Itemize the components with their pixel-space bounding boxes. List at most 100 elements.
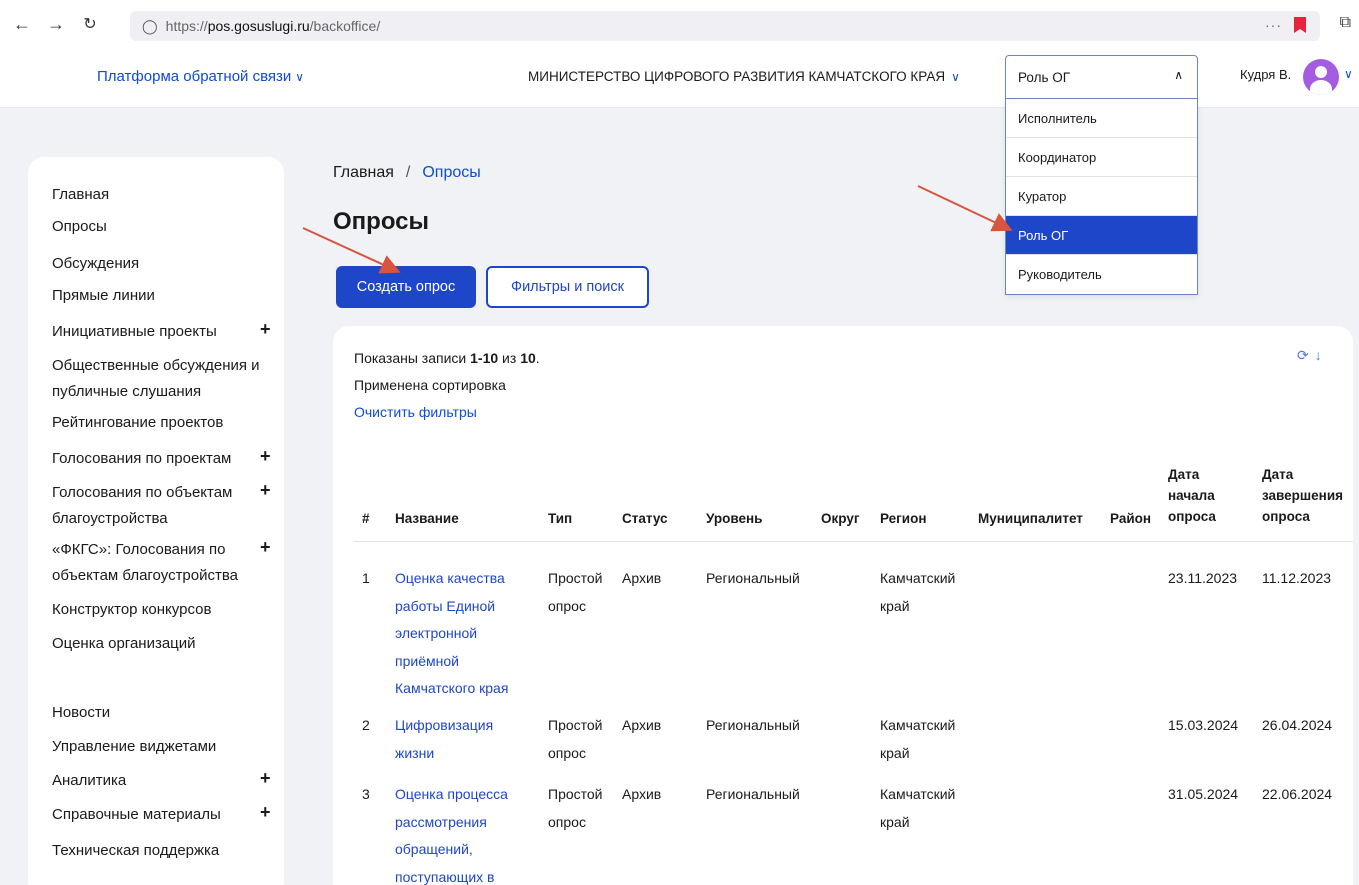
sidebar-item-org-rating[interactable]: Оценка организаций (52, 631, 262, 657)
breadcrumb-home[interactable]: Главная (333, 164, 394, 182)
expand-icon[interactable]: + (260, 768, 271, 789)
col-start-date[interactable]: Дата начала опроса (1168, 464, 1238, 527)
col-type[interactable]: Тип (548, 508, 572, 529)
table-header-divider (354, 541, 1353, 542)
back-icon[interactable]: ← (12, 14, 32, 34)
sidebar-item-public-discussions[interactable]: Общественные обсуждения и публичные слуш… (52, 353, 262, 405)
col-area[interactable]: Район (1110, 508, 1151, 529)
chevron-up-icon: ∧ (1174, 68, 1183, 82)
sidebar-item-fkgs-voting[interactable]: «ФКГС»: Голосования по объектам благоуст… (52, 537, 262, 589)
row2-type: Простой опрос (548, 717, 603, 761)
sidebar-item-reference[interactable]: Справочные материалы (52, 802, 262, 828)
summary-mid: из (498, 350, 521, 366)
row1-name-link[interactable]: Оценка качества работы Единой электронно… (395, 565, 530, 703)
breadcrumb-separator: / (405, 164, 411, 181)
col-district[interactable]: Округ (821, 508, 859, 529)
url-path: /backoffice/ (309, 18, 381, 34)
sidebar-item-initiative-projects[interactable]: Инициативные проекты (52, 319, 262, 345)
ministry-label: МИНИСТЕРСТВО ЦИФРОВОГО РАЗВИТИЯ КАМЧАТСК… (528, 69, 946, 84)
role-option-executor[interactable]: Исполнитель (1006, 99, 1197, 138)
expand-icon[interactable]: + (260, 537, 271, 558)
sidebar-item-landscaping-voting[interactable]: Голосования по объектам благоустройства (52, 480, 262, 532)
row2-level: Региональный (706, 717, 800, 733)
breadcrumb-current[interactable]: Опросы (422, 164, 480, 182)
sidebar-item-analytics[interactable]: Аналитика (52, 768, 262, 794)
summary-range: 1-10 (470, 350, 499, 366)
create-survey-button[interactable]: Создать опрос (336, 266, 476, 308)
filters-button[interactable]: Фильтры и поиск (486, 266, 649, 308)
col-status[interactable]: Статус (622, 508, 668, 529)
sidebar-item-home[interactable]: Главная (52, 182, 262, 208)
clear-filters-link[interactable]: Очистить фильтры (354, 404, 477, 420)
breadcrumb: Главная / Опросы (333, 164, 481, 182)
refresh-icon[interactable]: ⟳ (1297, 347, 1309, 364)
expand-icon[interactable]: + (260, 319, 271, 340)
bookmark-icon[interactable] (1294, 17, 1306, 33)
row3-end: 22.06.2024 (1262, 786, 1333, 802)
sidebar: Главная Опросы Обсуждения Прямые линии И… (28, 157, 284, 885)
role-selected-value: Роль ОГ (1018, 69, 1071, 85)
row3-number: 3 (362, 786, 370, 802)
sidebar-item-direct-lines[interactable]: Прямые линии (52, 283, 262, 309)
row1-end: 11.12.2023 (1262, 570, 1332, 586)
summary-total: 10 (520, 350, 536, 366)
sidebar-item-support[interactable]: Техническая поддержка (52, 838, 262, 864)
page-title: Опросы (333, 208, 430, 235)
chevron-down-icon: ∨ (295, 69, 305, 84)
platform-label: Платформа обратной связи (97, 68, 292, 85)
row3-name-link[interactable]: Оценка процесса рассмотрения обращений, … (395, 781, 530, 885)
col-municipality[interactable]: Муниципалитет (978, 508, 1083, 529)
col-end-date[interactable]: Дата завершения опроса (1262, 464, 1352, 527)
sidebar-item-project-voting[interactable]: Голосования по проектам (52, 446, 262, 472)
row3-level: Региональный (706, 786, 800, 802)
user-name[interactable]: Кудря В. (1240, 67, 1291, 82)
reload-icon[interactable]: ↻ (80, 14, 100, 34)
sidebar-item-surveys[interactable]: Опросы (52, 214, 262, 240)
browser-toolbar: ← → ↻ ◯ https://pos.gosuslugi.ru/backoff… (0, 0, 1359, 52)
ministry-menu[interactable]: МИНИСТЕРСТВО ЦИФРОВОГО РАЗВИТИЯ КАМЧАТСК… (528, 69, 960, 84)
address-bar[interactable]: ◯ https://pos.gosuslugi.ru/backoffice/ ·… (130, 11, 1320, 41)
role-select[interactable]: Роль ОГ ∧ (1005, 55, 1198, 99)
role-option-og[interactable]: Роль ОГ (1006, 216, 1197, 255)
row3-status: Архив (622, 786, 662, 802)
platform-menu[interactable]: Платформа обратной связи ∨ (97, 68, 304, 85)
avatar[interactable] (1303, 59, 1339, 95)
sidebar-item-project-rating[interactable]: Рейтингование проектов (52, 410, 262, 436)
sidebar-item-widgets[interactable]: Управление виджетами (52, 734, 262, 760)
expand-icon[interactable]: + (260, 480, 271, 501)
sidebar-item-discussions[interactable]: Обсуждения (52, 251, 262, 277)
chevron-down-icon: ∨ (951, 69, 960, 84)
url-prefix: https:// (165, 18, 208, 34)
col-level[interactable]: Уровень (706, 508, 762, 529)
arrow-to-role-og (917, 185, 1013, 232)
col-name[interactable]: Название (395, 508, 459, 529)
role-dropdown: Исполнитель Координатор Куратор Роль ОГ … (1005, 99, 1198, 295)
row3-type: Простой опрос (548, 786, 603, 830)
sort-icon[interactable]: ↓ (1315, 347, 1322, 364)
col-region[interactable]: Регион (880, 508, 927, 529)
role-option-head[interactable]: Руководитель (1006, 255, 1197, 294)
col-number[interactable]: # (362, 508, 370, 529)
expand-icon[interactable]: + (260, 802, 271, 823)
sidebar-item-contest-builder[interactable]: Конструктор конкурсов (52, 597, 262, 623)
more-icon[interactable]: ··· (1265, 17, 1282, 33)
chevron-down-icon[interactable]: ∨ (1344, 67, 1353, 81)
extension-icon[interactable]: ⧉ (1340, 14, 1351, 32)
expand-icon[interactable]: + (260, 446, 271, 467)
url-host: pos.gosuslugi.ru (207, 18, 310, 34)
row2-end: 26.04.2024 (1262, 717, 1333, 733)
row1-region: Камчатский край (880, 570, 956, 614)
row3-start: 31.05.2024 (1168, 786, 1239, 802)
role-option-curator[interactable]: Куратор (1006, 177, 1197, 216)
row2-name-link[interactable]: Цифровизация жизни (395, 712, 530, 767)
summary-suffix: . (535, 350, 540, 366)
row1-status: Архив (622, 570, 662, 586)
sidebar-item-news[interactable]: Новости (52, 700, 262, 726)
row1-number: 1 (362, 570, 370, 586)
role-option-coordinator[interactable]: Координатор (1006, 138, 1197, 177)
row3-region: Камчатский край (880, 786, 956, 830)
forward-icon[interactable]: → (46, 14, 66, 34)
row2-number: 2 (362, 717, 370, 733)
row2-start: 15.03.2024 (1168, 717, 1239, 733)
table-tools: ⟳ ↓ (1297, 347, 1322, 364)
